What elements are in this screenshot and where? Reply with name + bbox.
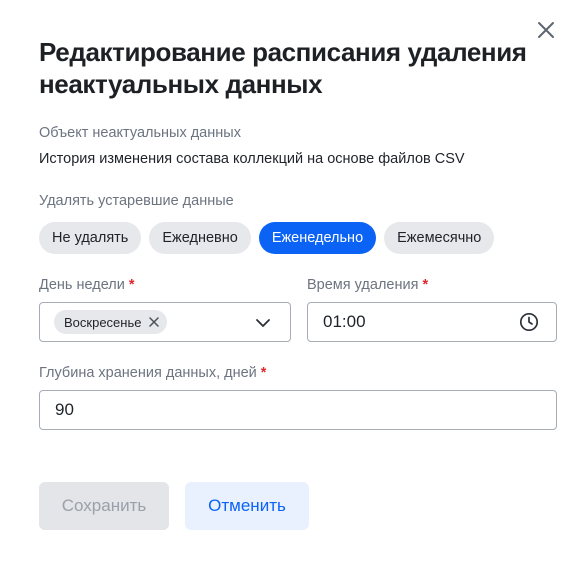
schedule-option-none[interactable]: Не удалять <box>39 222 142 254</box>
weekday-chip: Воскресенье <box>54 310 168 334</box>
weekday-label-text: День недели <box>39 277 125 293</box>
dialog-title: Редактирование расписания удаления неакт… <box>39 37 527 99</box>
weekday-select[interactable]: Воскресенье <box>39 302 291 342</box>
clock-icon[interactable] <box>519 312 539 332</box>
time-input[interactable] <box>323 312 503 332</box>
depth-input[interactable] <box>55 400 535 420</box>
depth-field-label: Глубина хранения данных, дней * <box>39 365 266 381</box>
depth-label-text: Глубина хранения данных, дней <box>39 365 257 381</box>
schedule-option-daily[interactable]: Ежедневно <box>149 222 251 254</box>
save-button[interactable]: Сохранить <box>39 482 169 530</box>
close-icon[interactable] <box>149 317 160 327</box>
schedule-option-weekly[interactable]: Еженедельно <box>258 222 377 254</box>
time-field-label: Время удаления * <box>307 277 428 293</box>
depth-field[interactable] <box>39 390 557 430</box>
weekday-field-label: День недели * <box>39 277 135 293</box>
required-mark: * <box>422 277 429 293</box>
object-value: История изменения состава коллекций на о… <box>39 151 465 167</box>
chip-remove-button[interactable] <box>147 315 161 329</box>
schedule-label: Удалять устаревшие данные <box>39 193 234 209</box>
required-mark: * <box>128 277 135 293</box>
time-label-text: Время удаления <box>307 277 419 293</box>
schedule-segmented-control: Не удалять Ежедневно Еженедельно Ежемеся… <box>39 222 495 254</box>
close-icon[interactable] <box>537 21 555 39</box>
chevron-down-icon[interactable] <box>254 314 272 332</box>
edit-schedule-dialog: Редактирование расписания удаления неакт… <box>0 0 583 565</box>
object-label: Объект неактуальных данных <box>39 125 241 141</box>
schedule-option-monthly[interactable]: Ежемесячно <box>384 222 495 254</box>
required-mark: * <box>260 365 267 381</box>
time-field[interactable] <box>307 302 557 342</box>
cancel-button[interactable]: Отменить <box>185 482 309 530</box>
weekday-chip-label: Воскресенье <box>64 314 142 330</box>
